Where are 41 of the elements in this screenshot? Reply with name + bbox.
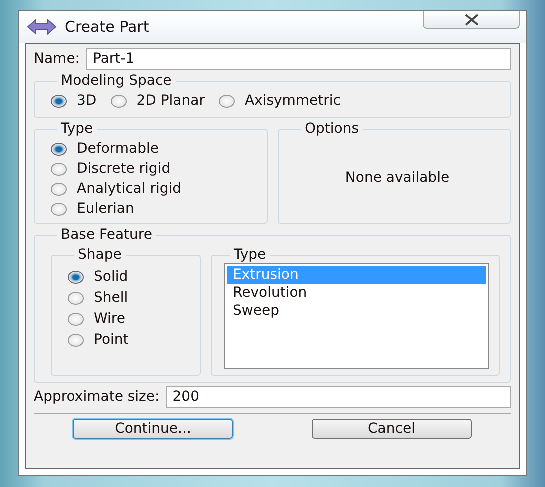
radio-label: Eulerian [77, 201, 134, 217]
radio-button[interactable] [68, 292, 84, 304]
radio-label: Analytical rigid [77, 181, 182, 197]
radio-button[interactable] [68, 312, 84, 326]
list-item[interactable]: Revolution [227, 284, 486, 302]
group-title: Base Feature [60, 227, 154, 243]
radio-button[interactable] [68, 334, 84, 346]
group-title: Options [304, 121, 360, 137]
options-message: None available [345, 169, 450, 188]
group-title: Type [60, 121, 94, 137]
window-title: Create Part [65, 18, 150, 36]
radio-label: 2D Planar [136, 93, 205, 109]
approximate-size-label: Approximate size: [34, 389, 160, 405]
group-title: Modeling Space [60, 73, 173, 89]
radio-label: Point [94, 332, 129, 348]
radio-button[interactable] [51, 162, 67, 176]
name-label: Name: [34, 51, 80, 67]
radio-label: Shell [94, 290, 128, 306]
dialog-button[interactable]: Continue... [73, 419, 234, 439]
name-field[interactable]: Part-1 [86, 48, 511, 70]
radio-label: Discrete rigid [77, 161, 171, 177]
radio-button[interactable] [51, 202, 67, 216]
radio-label: Axisymmetric [244, 93, 342, 109]
radio-button[interactable] [218, 94, 235, 108]
radio-button[interactable] [51, 182, 67, 196]
close-button[interactable] [423, 11, 520, 29]
radio-label: Deformable [77, 141, 160, 157]
radio-button[interactable] [110, 94, 127, 108]
radio-label: 3D [77, 93, 97, 109]
close-icon [464, 14, 480, 26]
radio-button[interactable] [51, 94, 67, 108]
group-title: Type [233, 247, 268, 263]
group-title: Shape [77, 247, 123, 263]
double-arrow-icon [27, 19, 57, 35]
radio-button[interactable] [68, 270, 84, 284]
radio-label: Wire [94, 311, 126, 327]
list-item[interactable]: Sweep [227, 302, 486, 320]
radio-button[interactable] [51, 142, 67, 156]
approximate-size-field[interactable]: 200 [166, 386, 511, 408]
dialog-button[interactable]: Cancel [312, 419, 472, 439]
radio-label: Solid [94, 269, 128, 285]
